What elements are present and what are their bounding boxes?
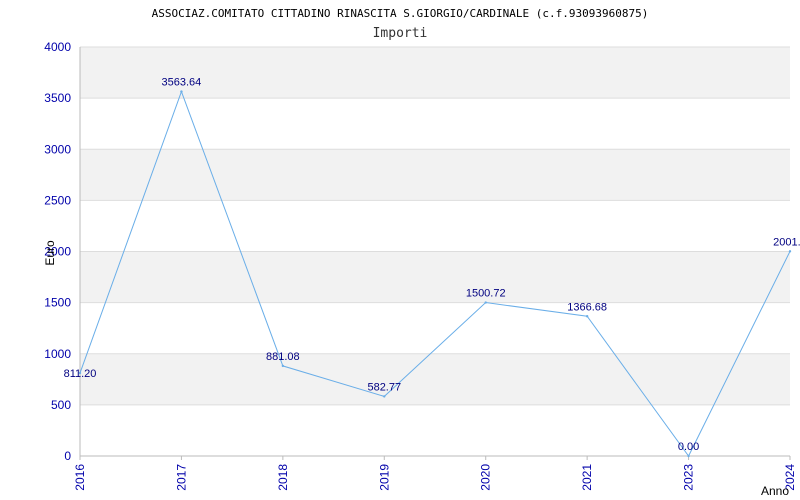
- grid-band: [80, 47, 790, 99]
- data-label: 881.08: [266, 351, 300, 363]
- data-label: 3563.64: [162, 77, 202, 89]
- grid-band: [80, 149, 790, 201]
- y-tick-label: 1500: [44, 296, 71, 310]
- data-label: 1500.72: [466, 288, 506, 300]
- y-tick-label: 1000: [44, 347, 71, 361]
- x-tick-label: 2019: [377, 464, 391, 491]
- x-tick-label: 2017: [174, 464, 188, 491]
- x-tick-label: 2020: [479, 464, 493, 491]
- y-tick-label: 3500: [44, 91, 71, 105]
- x-tick-label: 2023: [682, 464, 696, 491]
- data-point: [687, 454, 690, 458]
- data-label: 0.00: [678, 441, 699, 453]
- x-axis-title: Anno: [761, 484, 789, 498]
- y-tick-label: 2500: [44, 193, 71, 207]
- x-tick-label: 2018: [276, 464, 290, 491]
- y-axis-title: Euro: [43, 240, 57, 266]
- data-label: 2001.7: [773, 236, 800, 248]
- data-point: [383, 395, 386, 398]
- data-point: [281, 364, 285, 368]
- x-tick-labels: 2016 2017 2018 2019 2020 2021 2023 2024: [73, 456, 797, 491]
- y-tick-label: 4000: [44, 40, 71, 54]
- x-tick-label: 2021: [580, 464, 594, 491]
- grid-bands: [80, 47, 790, 405]
- x-tick-label: 2016: [73, 464, 87, 491]
- data-label: 811.20: [64, 368, 97, 380]
- grid-band: [80, 251, 790, 303]
- data-point: [788, 250, 792, 253]
- chart-container: 0 500 1000 1500 2000 2500 3000 3500 4000 2016 201…: [0, 0, 800, 500]
- data-label: 1366.68: [567, 301, 607, 313]
- chart-title: ASSOCIAZ.COMITATO CITTADINO RINASCITA S.…: [152, 7, 649, 20]
- line-chart: 05001000150020002500300035004000 2016 201…: [43, 7, 800, 498]
- data-point: [484, 301, 487, 304]
- chart-subtitle: Importi: [373, 26, 428, 41]
- y-tick-label: 500: [51, 398, 71, 412]
- data-point: [585, 315, 589, 318]
- y-tick-label: 3000: [44, 142, 71, 156]
- y-tick-label: 0: [64, 449, 71, 463]
- data-point: [180, 90, 183, 93]
- data-label: 582.77: [367, 381, 401, 393]
- grid-band: [80, 353, 790, 405]
